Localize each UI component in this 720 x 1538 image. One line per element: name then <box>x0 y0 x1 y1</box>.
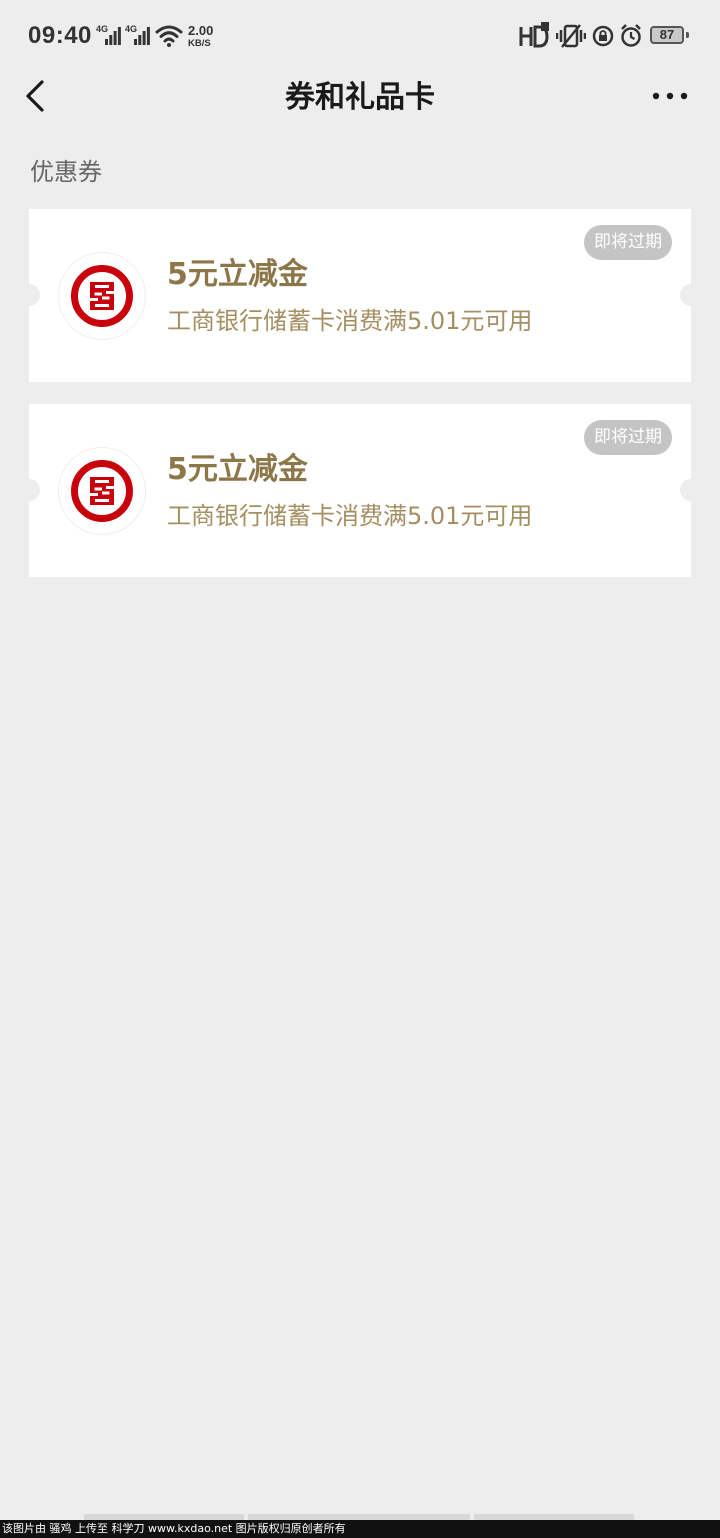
coupon-notch <box>680 284 691 306</box>
icbc-logo <box>59 448 145 534</box>
expiring-badge: 即将过期 <box>584 420 672 455</box>
coupon-notch <box>680 479 691 501</box>
page-title: 券和礼品卡 <box>285 80 435 115</box>
expiring-badge: 即将过期 <box>584 225 672 260</box>
coupon-description: 工商银行储蓄卡消费满5.01元可用 <box>167 502 533 530</box>
coupon-card[interactable]: 5元立减金 工商银行储蓄卡消费满5.01元可用 即将过期 <box>29 209 691 382</box>
coupon-notch <box>29 284 40 306</box>
signal-bars-icon <box>134 27 150 45</box>
coupon-notch <box>29 479 40 501</box>
net-speed-unit: KB/S <box>188 38 211 49</box>
hd-icon <box>519 22 549 48</box>
coupon-title: 5元立减金 <box>167 452 308 487</box>
back-button[interactable] <box>18 74 58 118</box>
wifi-icon <box>155 25 183 47</box>
icbc-logo <box>59 253 145 339</box>
rotation-lock-icon <box>592 25 614 47</box>
status-time: 09:40 <box>28 22 92 49</box>
section-title: 优惠券 <box>30 158 102 186</box>
alarm-icon <box>621 24 641 47</box>
net-speed-value: 2.00 <box>188 23 214 38</box>
net-speed: 2.00 KB/S <box>188 24 228 49</box>
signal-bars-icon <box>105 27 121 45</box>
coupon-title: 5元立减金 <box>167 257 308 292</box>
watermark-text: 该图片由 骚鸡 上传至 科学刀 www.kxdao.net 图片版权归原创者所有 <box>2 1522 346 1535</box>
battery-icon: 87 <box>650 26 684 44</box>
status-bar: 09:40 4G 4G 2.00 KB/S 87 <box>0 0 720 72</box>
vibrate-icon <box>556 24 586 48</box>
coupon-description: 工商银行储蓄卡消费满5.01元可用 <box>167 307 533 335</box>
battery-nub <box>686 32 689 38</box>
coupon-card[interactable]: 5元立减金 工商银行储蓄卡消费满5.01元可用 即将过期 <box>29 404 691 577</box>
watermark-bar: 该图片由 骚鸡 上传至 科学刀 www.kxdao.net 图片版权归原创者所有 <box>0 1520 720 1538</box>
more-dots-icon[interactable] <box>648 80 692 112</box>
